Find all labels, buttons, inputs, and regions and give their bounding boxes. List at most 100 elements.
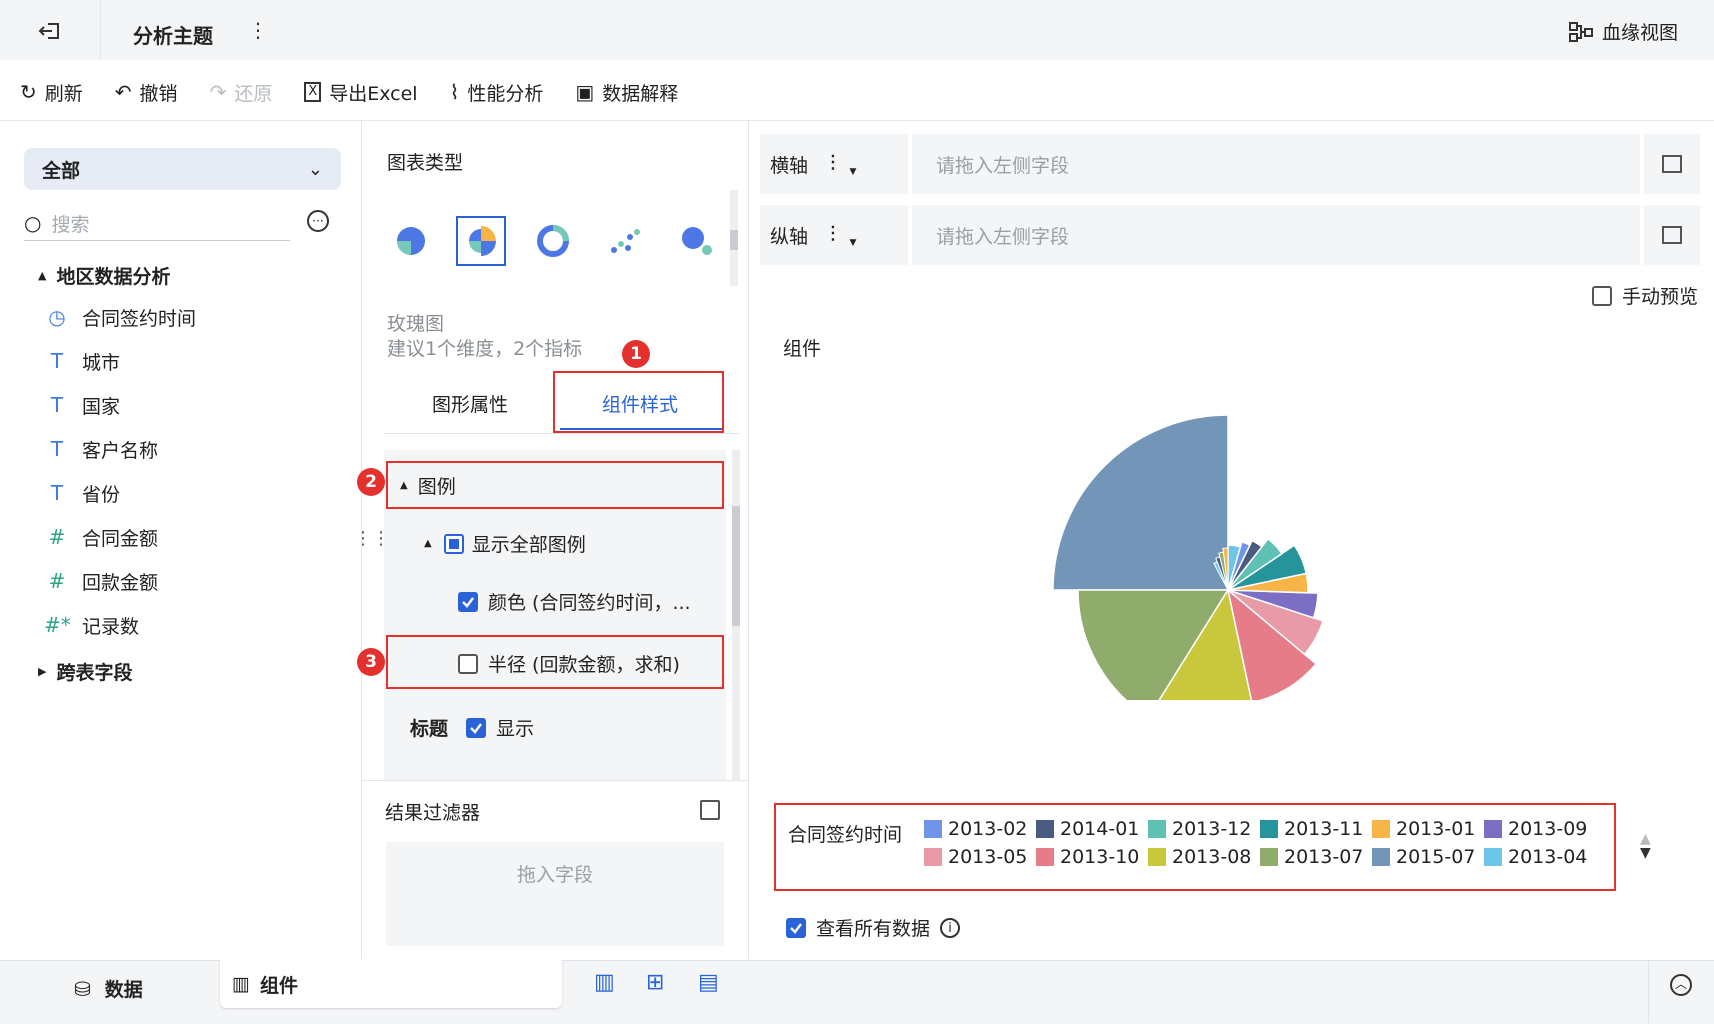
rose-chart (1052, 414, 1325, 700)
rose-chart-type[interactable] (456, 216, 506, 266)
annotation-badge-2: 2 (357, 468, 385, 496)
more-options-icon[interactable]: ··· (307, 210, 329, 232)
legend-item[interactable]: 2013-10 (1036, 846, 1139, 868)
legend-swatch (1036, 848, 1054, 866)
legend-item[interactable]: 2013-01 (1372, 818, 1475, 840)
export-label: 导出Excel (329, 82, 418, 105)
result-filter-title: 结果过滤器 (385, 802, 481, 824)
search-input[interactable]: 搜索 (51, 210, 89, 237)
gallery-scrollbar[interactable] (730, 190, 738, 286)
legend-swatch (1260, 848, 1278, 866)
x-axis-drop-zone[interactable]: 请拖入左侧字段 (912, 134, 1640, 194)
performance-analysis-button[interactable]: ⌇ 性能分析 (450, 79, 544, 106)
bubble-chart-type[interactable] (680, 224, 714, 258)
field-item[interactable]: # 合同金额 (44, 520, 158, 554)
legend-item[interactable]: 2015-07 (1372, 846, 1475, 868)
chart-legend: 合同签约时间 2013-02 2014-01 2013-12 2013-11 2013-… (788, 818, 1608, 878)
add-text-icon[interactable]: ▤ (698, 970, 719, 995)
x-axis-settings-icon[interactable] (1644, 134, 1700, 194)
legend-item[interactable]: 2013-02 (924, 818, 1027, 840)
y-axis-label-box[interactable]: 纵轴 ⫶ ▼ (760, 205, 908, 265)
field-item[interactable]: # 回款金额 (44, 564, 158, 598)
undo-button[interactable]: ↶ 撤销 (115, 79, 178, 106)
legend-item[interactable]: 2013-08 (1148, 846, 1251, 868)
chart-name: 玫瑰图 (387, 313, 445, 335)
lineage-view-button[interactable]: 血缘视图 (1568, 18, 1678, 45)
tree-group-regional[interactable]: ▲ 地区数据分析 (38, 262, 170, 289)
refresh-button[interactable]: ↻ 刷新 (20, 79, 83, 106)
tab-graph-properties[interactable]: 图形属性 (432, 390, 508, 417)
legend-item[interactable]: 2013-12 (1148, 818, 1251, 840)
redo-icon: ↷ (209, 80, 227, 104)
legend-item[interactable]: 2014-01 (1036, 818, 1139, 840)
field-search[interactable]: ○ 搜索 (24, 206, 290, 241)
back-icon[interactable] (36, 16, 66, 46)
scatter-chart-type[interactable] (608, 224, 642, 258)
legend-label: 2015-07 (1396, 846, 1476, 868)
redo-button[interactable]: ↷ 还原 (210, 79, 273, 106)
style-scrollbar[interactable] (732, 450, 740, 780)
field-item[interactable]: #* 记录数 (44, 608, 139, 642)
legend-item[interactable]: 2013-04 (1484, 846, 1587, 868)
legend-label: 2013-11 (1284, 818, 1364, 840)
add-table-icon[interactable]: ⊞ (646, 970, 664, 995)
legend-item[interactable]: 2013-05 (924, 846, 1027, 868)
collapse-up-icon[interactable]: ︿ (1670, 974, 1692, 996)
manual-preview-option[interactable]: 手动预览 (1592, 282, 1698, 309)
data-tab[interactable]: ⛁ 数据 (74, 975, 143, 1002)
title-label: 标题 (410, 718, 449, 740)
show-all-legend-option[interactable]: ▲ 显示全部图例 (424, 530, 586, 557)
y-axis-settings-icon[interactable] (1644, 205, 1700, 265)
view-all-data-checkbox[interactable] (786, 917, 806, 938)
y-axis-drop-zone[interactable]: 请拖入左侧字段 (912, 205, 1640, 265)
field-label: 省份 (82, 483, 121, 506)
perf-label: 性能分析 (467, 82, 544, 105)
show-all-legend-checkbox[interactable] (443, 533, 464, 554)
pie-chart-type[interactable] (394, 224, 428, 258)
x-axis-label-box[interactable]: 横轴 ⫶ ▼ (760, 134, 908, 194)
color-legend-label: 颜色 (合同签约时间，... (488, 592, 691, 614)
color-legend-option[interactable]: 颜色 (合同签约时间，... (458, 588, 691, 615)
field-item[interactable]: ◷ 合同签约时间 (44, 300, 196, 334)
show-all-legend-label: 显示全部图例 (471, 534, 586, 556)
field-label: 城市 (82, 351, 121, 374)
rose-slice[interactable] (1052, 414, 1229, 591)
legend-item[interactable]: 2013-11 (1260, 818, 1363, 840)
title-show-checkbox[interactable] (466, 717, 487, 738)
y-axis-icon: ⫶ (830, 222, 836, 248)
manual-preview-checkbox[interactable] (1592, 285, 1612, 306)
text-icon: T (50, 393, 64, 417)
field-label: 国家 (82, 395, 121, 418)
caret-small-icon: ▼ (849, 167, 857, 177)
undo-label: 撤销 (139, 82, 178, 105)
legend-prev-icon[interactable]: ▲ (1640, 832, 1651, 846)
search-icon: ○ (24, 211, 42, 235)
data-explain-button[interactable]: ▣ 数据解释 (575, 79, 678, 106)
component-tab[interactable]: ▥ 组件 (220, 960, 562, 1008)
number-icon: # (48, 525, 66, 549)
legend-next-icon[interactable]: ▼ (1640, 846, 1651, 860)
filter-settings-icon[interactable] (700, 800, 720, 820)
info-icon[interactable]: i (940, 917, 961, 938)
field-item[interactable]: T 省份 (44, 476, 120, 510)
field-scope-dropdown[interactable]: 全部 ⌄ (24, 148, 341, 190)
more-menu-icon[interactable]: ⋮ (248, 18, 268, 42)
legend-item[interactable]: 2013-07 (1260, 846, 1363, 868)
color-legend-checkbox[interactable] (458, 591, 478, 612)
export-excel-button[interactable]: X 导出Excel (304, 79, 418, 106)
field-item[interactable]: T 城市 (44, 344, 120, 378)
group-label-2: 跨表字段 (56, 662, 133, 684)
page-title: 分析主题 (133, 24, 213, 48)
donut-chart-type[interactable] (536, 224, 570, 258)
view-all-data-option[interactable]: 查看所有数据 i (786, 914, 961, 941)
legend-page-arrows[interactable]: ▲ ▼ (1640, 832, 1651, 860)
dropdown-value: 全部 (42, 159, 81, 182)
tree-group-cross-table[interactable]: ▶ 跨表字段 (38, 658, 132, 685)
legend-item[interactable]: 2013-09 (1484, 818, 1587, 840)
field-item[interactable]: T 国家 (44, 388, 120, 422)
field-item[interactable]: T 客户名称 (44, 432, 158, 466)
add-chart-icon[interactable]: ▥ (594, 970, 615, 995)
field-label: 记录数 (82, 615, 140, 638)
legend-swatch (1484, 820, 1502, 838)
filter-drop-zone[interactable]: 拖入字段 (386, 842, 724, 946)
